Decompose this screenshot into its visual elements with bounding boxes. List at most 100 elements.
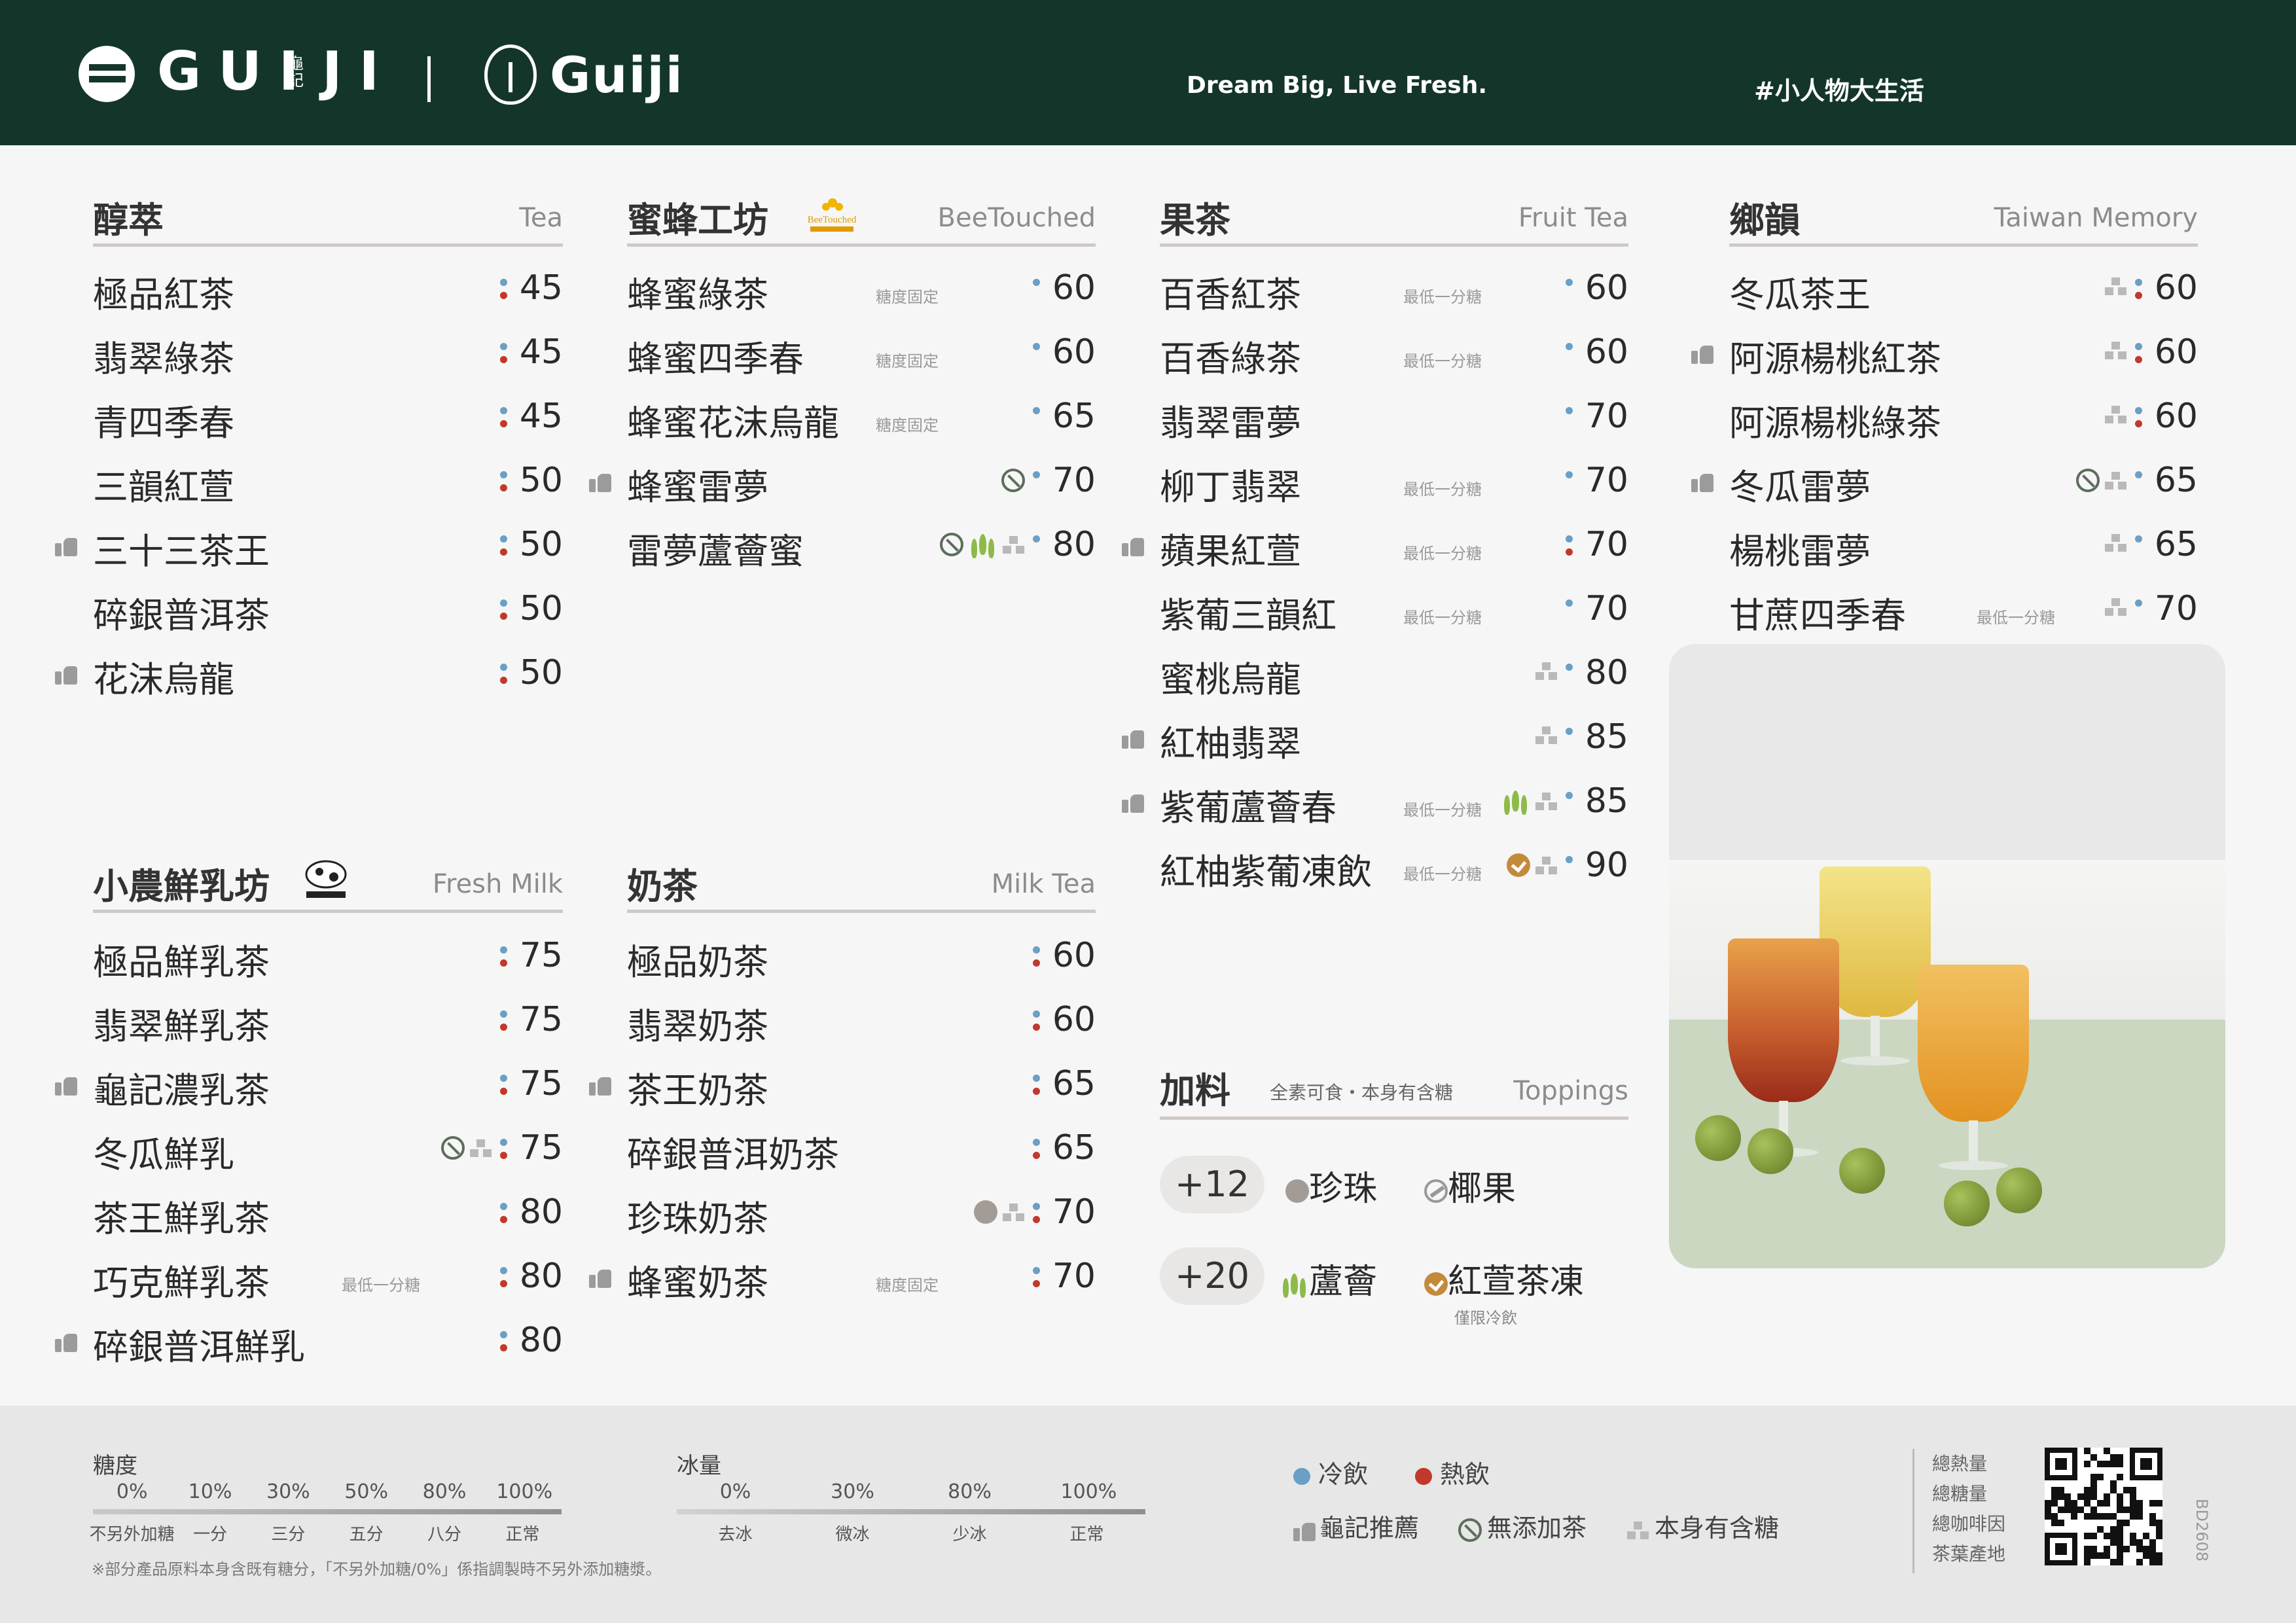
qr-code-icon[interactable] (2045, 1448, 2162, 1565)
item-name: 碎銀普洱茶 (93, 595, 270, 636)
scale-level: 10% (188, 1480, 232, 1503)
item-price: 60 (2154, 332, 2198, 372)
menu-item: 甘蔗四季春 最低一分糖 70 (1729, 582, 2198, 641)
slogan: Dream Big, Live Fresh. (1187, 72, 1488, 99)
cold-dot-icon (500, 1010, 507, 1018)
item-name: 百香綠茶 (1160, 338, 1301, 380)
item-name: 青四季春 (93, 402, 234, 444)
temperature-dots (500, 1200, 508, 1233)
item-name: 蜂蜜四季春 (627, 338, 804, 380)
temperature-dots (1033, 469, 1041, 501)
hot-dot-icon (2135, 420, 2142, 427)
scale-name: 正常 (1069, 1525, 1104, 1544)
svg-text:BeeTouched: BeeTouched (808, 215, 857, 225)
sugar-cube-icon (470, 1138, 492, 1158)
item-price: 60 (1052, 1000, 1096, 1039)
sugar-cube-icon (2105, 276, 2127, 296)
hot-dot-icon (1033, 1024, 1040, 1031)
temperature-dots (1566, 404, 1573, 437)
item-price: 80 (1585, 653, 1628, 692)
sugar-scale-bar (93, 1509, 562, 1514)
hot-dot-icon (500, 959, 507, 967)
item-note: 最低一分糖 (1403, 352, 1482, 370)
cold-dot-icon (500, 343, 507, 350)
menu-item: 蜂蜜雷夢 70 (589, 454, 1096, 513)
menu-item: 翡翠綠茶 45 (93, 326, 563, 385)
item-name: 柳丁翡翠 (1160, 467, 1301, 508)
temperature-dots (500, 340, 508, 373)
sugar-note: ※部分產品原料本身含既有糖分，「不另外加糖/0%」係指調製時不另外添加糖漿。 (92, 1560, 662, 1578)
scale-name: 正常 (505, 1525, 540, 1544)
sugar-cube-icon (2105, 404, 2127, 424)
menu-item: 三韻紅萱 50 (93, 454, 563, 513)
cold-dot-icon (1566, 728, 1573, 735)
no-tea-icon (441, 1136, 465, 1160)
temperature-dots (2135, 597, 2143, 630)
item-icons (2100, 340, 2127, 370)
item-name: 翡翠綠茶 (93, 338, 234, 380)
info-item: 茶葉產地 (1932, 1543, 2006, 1565)
item-icons (1530, 661, 1558, 691)
temperature-dots (1566, 725, 1573, 758)
temperature-dots (500, 469, 508, 501)
legend-sugar: 本身有含糖 (1627, 1508, 1779, 1544)
item-name: 碎銀普洱奶茶 (627, 1134, 839, 1175)
cold-dot-icon (2135, 599, 2142, 607)
temperature-dots (1033, 340, 1041, 373)
item-note: 最低一分糖 (1403, 288, 1482, 306)
temperature-dots (500, 1136, 508, 1169)
cold-dot-icon (1033, 1203, 1040, 1210)
menu-item: 楊桃雷夢 65 (1729, 518, 2198, 577)
item-name: 翡翠雷夢 (1160, 402, 1301, 444)
item-price: 80 (519, 1257, 563, 1296)
scale-level: 100% (496, 1480, 553, 1503)
temperature-dots (2135, 404, 2143, 437)
item-name: 碎銀普洱鮮乳 (93, 1327, 305, 1368)
temperature-dots (1566, 597, 1573, 630)
item-price: 80 (519, 1321, 563, 1360)
menu-item: 碎銀普洱奶茶 65 (627, 1122, 1096, 1181)
item-name: 蘋果紅萱 (1160, 531, 1301, 572)
menu-item: 蜂蜜花沫烏龍 糖度固定 65 (627, 390, 1096, 449)
guiji-logo-icon (79, 46, 135, 102)
item-price: 50 (519, 525, 563, 564)
item-name: 楊桃雷夢 (1729, 531, 1871, 572)
menu-item: 紫葡三韻紅 最低一分糖 70 (1160, 582, 1628, 641)
section-title: 鄉韻 (1729, 200, 1800, 241)
section-header-taiwan: 鄉韻 Taiwan Memory (1729, 191, 2198, 247)
brand-name-tail: JI (322, 41, 397, 103)
item-price: 70 (1585, 397, 1628, 436)
cold-dot-icon (1566, 599, 1573, 607)
info-item: 總糖量 (1932, 1483, 1988, 1505)
item-name: 甘蔗四季春 (1729, 595, 1906, 636)
pearl-icon (974, 1200, 997, 1224)
item-price: 60 (1585, 332, 1628, 372)
topping-price-12: +12 (1160, 1156, 1265, 1213)
hot-dot-icon (1566, 548, 1573, 556)
topping-label: 紅萱茶凍 (1448, 1262, 1585, 1302)
temperature-dots (1566, 789, 1573, 822)
item-price: 70 (2154, 589, 2198, 628)
item-note: 最低一分糖 (342, 1276, 420, 1294)
item-icons (2071, 469, 2127, 499)
cold-dot-icon (500, 471, 507, 478)
scale-level: 80% (422, 1480, 467, 1503)
cold-dot-icon (2135, 407, 2142, 414)
header-divider (427, 56, 431, 102)
section-header-milk: 小農鮮乳坊 Fresh Milk (93, 857, 563, 913)
temperature-dots (1033, 1264, 1041, 1297)
topping-label: 椰果 (1448, 1169, 1516, 1209)
legend-cold: 冷飲 (1293, 1454, 1368, 1490)
item-icons (2100, 597, 2127, 627)
thumbs-up-icon (1122, 791, 1144, 813)
temperature-dots (1033, 1136, 1041, 1169)
thumbs-up-icon (55, 534, 77, 556)
item-name: 紅柚翡翠 (1160, 723, 1301, 764)
cold-dot-icon (500, 1203, 507, 1210)
item-name: 雷夢蘆薈蜜 (627, 531, 804, 572)
sugar-cube-icon (1003, 535, 1025, 554)
sugar-cube-icon (2105, 471, 2127, 490)
cold-dot-icon (1033, 1139, 1040, 1146)
hot-dot-icon (500, 548, 507, 556)
cold-dot-icon (1033, 946, 1040, 954)
